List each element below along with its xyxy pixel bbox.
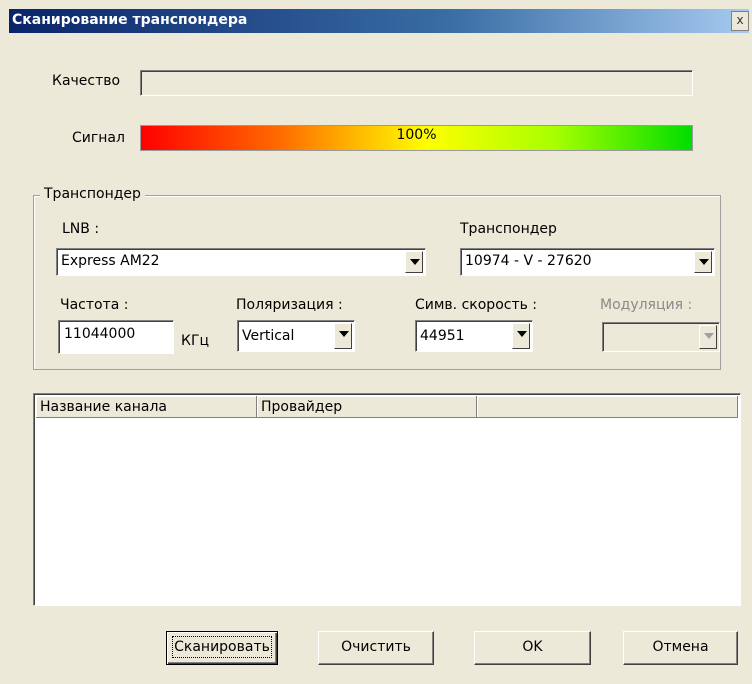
lnb-label: LNB : [62,221,100,237]
chevron-down-icon[interactable] [512,323,530,349]
scan-button[interactable]: Сканировать [166,631,278,665]
cancel-button[interactable]: Отмена [623,631,738,665]
chevron-down-icon[interactable] [694,251,712,273]
close-icon[interactable]: x [731,11,749,31]
chevron-down-icon[interactable] [405,251,423,273]
modulation-label: Модуляция : [600,297,693,313]
window-title: Сканирование транспондера [12,12,248,28]
quality-label: Качество [52,73,121,89]
chevron-down-icon[interactable] [334,323,352,349]
modulation-select[interactable] [602,322,720,352]
signal-label: Сигнал [72,130,125,146]
symrate-label: Симв. скорость : [415,297,538,313]
lnb-value: Express AM22 [61,253,160,269]
column-header-provider[interactable]: Провайдер [257,396,477,418]
transponder-value: 10974 - V - 27620 [465,253,592,269]
transponder-label: Транспондер [460,221,557,237]
symrate-value: 44951 [420,328,465,344]
polarization-label: Поляризация : [236,297,343,313]
channel-list[interactable]: Название канала Провайдер [33,393,741,606]
chevron-down-icon [699,325,717,349]
column-header-empty[interactable] [477,396,738,418]
lnb-select[interactable]: Express AM22 [56,248,426,276]
frequency-unit: КГц [181,333,210,349]
frequency-input[interactable]: 11044000 [58,320,174,354]
symrate-select[interactable]: 44951 [415,320,533,352]
signal-progress-bar: 100% [140,125,693,151]
scan-transponder-dialog: Сканирование транспондера x Качество Сиг… [0,0,752,684]
column-header-channel-name[interactable]: Название канала [36,396,257,418]
polarization-select[interactable]: Vertical [237,320,355,352]
transponder-select[interactable]: 10974 - V - 27620 [460,248,715,276]
polarization-value: Vertical [242,328,295,344]
transponder-group-legend: Транспондер [40,186,145,202]
scan-button-label: Сканировать [172,636,272,658]
signal-value-text: 100% [396,127,437,143]
frequency-label: Частота : [60,297,129,313]
clear-button[interactable]: Очистить [318,631,434,665]
title-bar[interactable]: Сканирование транспондера x [9,9,749,33]
ok-button[interactable]: OK [474,631,591,665]
quality-progress-bar [140,70,693,96]
